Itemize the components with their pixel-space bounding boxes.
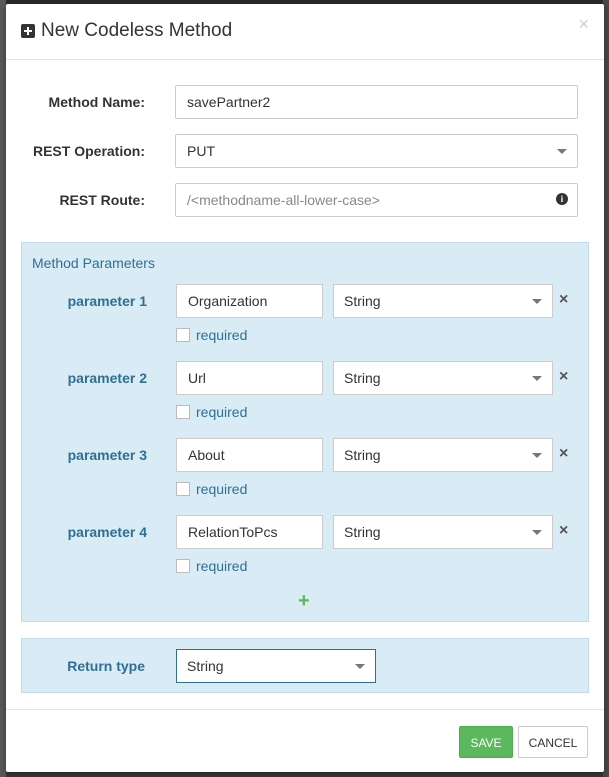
method-name-row: Method Name: [6, 85, 604, 119]
return-type-value: String [187, 658, 224, 674]
parameter-row: parameter 1 String × required [22, 284, 590, 346]
close-icon[interactable]: × [578, 14, 589, 35]
rest-operation-value: PUT [187, 143, 215, 159]
required-checkbox[interactable] [176, 405, 190, 419]
parameter-type-select[interactable]: String [333, 515, 553, 549]
parameter-name-input[interactable] [176, 361, 323, 395]
required-checkbox[interactable] [176, 328, 190, 342]
parameter-row: parameter 3 String × required [22, 438, 590, 500]
required-label: required [196, 558, 248, 574]
parameter-type-select[interactable]: String [333, 361, 553, 395]
required-checkbox-group[interactable]: required [176, 480, 247, 498]
remove-parameter-icon[interactable]: × [559, 523, 571, 539]
required-checkbox-group[interactable]: required [176, 403, 247, 421]
parameter-type-value: String [344, 447, 381, 463]
chevron-down-icon [532, 453, 542, 458]
info-circle-icon[interactable]: i [556, 193, 568, 205]
remove-parameter-icon[interactable]: × [559, 446, 571, 462]
parameter-label: parameter 2 [67, 370, 147, 386]
plus-square-icon [21, 24, 35, 38]
parameter-type-select[interactable]: String [333, 284, 553, 318]
save-button[interactable]: SAVE [459, 726, 513, 758]
remove-parameter-icon[interactable]: × [559, 292, 571, 308]
parameter-type-select[interactable]: String [333, 438, 553, 472]
parameter-name-input[interactable] [176, 438, 323, 472]
modal-footer: SAVE CANCEL [6, 709, 604, 772]
return-type-label: Return type [67, 658, 145, 674]
rest-route-row: REST Route: i [6, 183, 604, 217]
rest-operation-row: REST Operation: PUT [6, 134, 604, 168]
required-label: required [196, 481, 248, 497]
chevron-down-icon [557, 149, 567, 154]
modal-title-text: New Codeless Method [41, 20, 233, 41]
cancel-button[interactable]: CANCEL [518, 726, 588, 758]
chevron-down-icon [355, 664, 365, 669]
modal-header: New Codeless Method × [6, 4, 604, 60]
required-checkbox-group[interactable]: required [176, 326, 247, 344]
rest-operation-select[interactable]: PUT [175, 134, 578, 168]
rest-route-wrapper: i [175, 183, 578, 217]
codeless-method-dialog: New Codeless Method × Method Name: REST … [6, 4, 604, 772]
parameter-row: parameter 4 String × required [22, 515, 590, 577]
modal-title: New Codeless Method [21, 18, 232, 44]
parameter-label: parameter 1 [67, 293, 147, 309]
required-checkbox-group[interactable]: required [176, 557, 247, 575]
chevron-down-icon [532, 530, 542, 535]
remove-parameter-icon[interactable]: × [559, 369, 571, 385]
parameter-name-input[interactable] [176, 284, 323, 318]
return-type-select[interactable]: String [176, 649, 376, 683]
method-parameters-panel: Method Parameters parameter 1 String × r… [21, 242, 589, 622]
method-name-input[interactable] [175, 85, 578, 119]
required-checkbox[interactable] [176, 559, 190, 573]
chevron-down-icon [532, 299, 542, 304]
required-checkbox[interactable] [176, 482, 190, 496]
rest-operation-label: REST Operation: [32, 143, 145, 159]
parameter-name-input[interactable] [176, 515, 323, 549]
method-name-label: Method Name: [48, 94, 145, 110]
parameter-label: parameter 4 [67, 524, 147, 540]
rest-route-label: REST Route: [59, 192, 145, 208]
rest-route-input[interactable] [175, 183, 578, 217]
add-parameter-icon[interactable]: + [298, 591, 310, 611]
required-label: required [196, 327, 248, 343]
parameter-type-value: String [344, 293, 381, 309]
parameter-row: parameter 2 String × required [22, 361, 590, 423]
method-parameters-title: Method Parameters [32, 255, 155, 271]
required-label: required [196, 404, 248, 420]
return-type-panel: Return type String [21, 638, 589, 693]
parameter-type-value: String [344, 370, 381, 386]
parameter-type-value: String [344, 524, 381, 540]
chevron-down-icon [532, 376, 542, 381]
parameter-label: parameter 3 [67, 447, 147, 463]
